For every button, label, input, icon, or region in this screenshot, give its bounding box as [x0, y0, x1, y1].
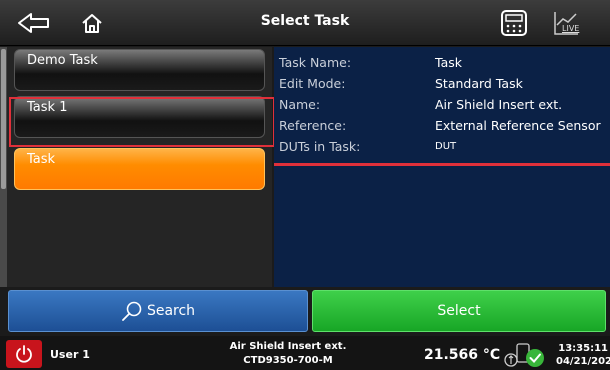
top-bar: Select Task LIVE — [0, 0, 610, 46]
detail-label: DUTs in Task: — [279, 139, 361, 154]
detail-value: DUT — [435, 141, 457, 152]
select-button-label: Select — [437, 303, 481, 319]
select-button[interactable]: Select — [312, 290, 606, 332]
power-button[interactable] — [6, 340, 42, 368]
task-item-demo-task[interactable]: Demo Task — [14, 49, 265, 91]
clock-time: 13:35:11 — [558, 343, 608, 354]
detail-value: Air Shield Insert ext. — [435, 97, 563, 112]
calculator-icon — [501, 10, 527, 36]
detail-label: Reference: — [279, 118, 347, 133]
detail-label: Name: — [279, 97, 321, 112]
status-bar: User 1 Air Shield Insert ext. CTD9350-70… — [0, 336, 610, 370]
device-info: Air Shield Insert ext. CTD9350-700-M — [228, 340, 348, 368]
live-button[interactable]: LIVE — [546, 6, 586, 40]
highlight-line — [274, 163, 610, 166]
selection-highlight — [9, 97, 275, 147]
detail-label: Edit Mode: — [279, 76, 346, 91]
device-name: Air Shield Insert ext. — [229, 341, 347, 352]
search-button-label: Search — [146, 303, 196, 319]
task-item-label: Demo Task — [27, 53, 98, 68]
usb-status[interactable] — [503, 340, 549, 368]
search-button[interactable]: Search — [8, 290, 308, 332]
user-name[interactable]: User 1 — [50, 348, 90, 361]
task-item-task-selected[interactable]: Task — [14, 148, 265, 190]
task-item-label: Task — [27, 152, 56, 167]
detail-value: Task — [435, 55, 462, 70]
device-model: CTD9350-700-M — [243, 355, 333, 366]
clock: 13:35:11 04/21/2022 — [556, 342, 610, 368]
power-icon — [16, 345, 32, 363]
usb-connected-icon — [504, 343, 544, 367]
search-icon — [122, 301, 142, 321]
task-details-panel: Task Name: Task Edit Mode: Standard Task… — [274, 47, 610, 287]
live-label: LIVE — [562, 24, 580, 33]
clock-date: 04/21/2022 — [556, 356, 610, 367]
detail-value: External Reference Sensor — [435, 118, 601, 133]
task-list-scrollbar[interactable] — [0, 47, 7, 287]
calculator-button[interactable] — [494, 6, 534, 40]
task-list: Demo Task Task 1 Task — [0, 47, 272, 287]
detail-value: Standard Task — [435, 76, 523, 91]
scrollbar-thumb[interactable] — [1, 49, 6, 189]
detail-label: Task Name: — [279, 55, 352, 70]
temperature-readout: 21.566 °C — [424, 347, 501, 363]
